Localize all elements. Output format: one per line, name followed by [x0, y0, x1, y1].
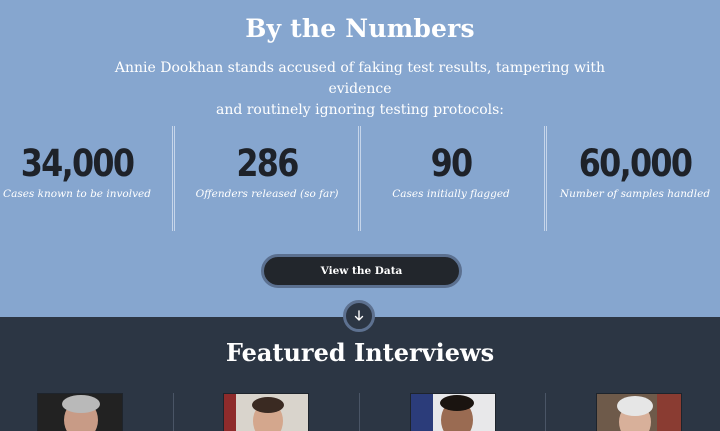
interview-portrait-4[interactable]: [596, 393, 682, 431]
stat-label: Cases initially flagged: [392, 188, 510, 200]
stat-label: Cases known to be involved: [3, 188, 151, 200]
featured-title: Featured Interviews: [225, 338, 495, 367]
interviewee-photo: [597, 394, 681, 431]
stat-value: 34,000: [20, 142, 135, 185]
interviewee-photo: [38, 394, 122, 431]
interviewee-photo: [224, 394, 308, 431]
scroll-down-button[interactable]: [343, 300, 375, 332]
section-title: By the Numbers: [245, 14, 475, 43]
interview-portrait-2[interactable]: [223, 393, 309, 431]
stat-cases-involved: 34,000 Cases known to be involved: [0, 126, 167, 231]
intro-line-2: and routinely ignoring testing protocols…: [215, 102, 505, 118]
stats-row: 34,000 Cases known to be involved 286 Of…: [0, 126, 720, 231]
stat-divider: [172, 126, 175, 231]
stat-label: Number of samples handled: [559, 188, 711, 200]
stat-value: 286: [236, 142, 299, 185]
by-the-numbers-section: By the Numbers Annie Dookhan stands accu…: [0, 0, 720, 317]
stat-samples-handled: 60,000 Number of samples handled: [545, 126, 720, 231]
interviewee-photo: [411, 394, 495, 431]
arrow-down-icon: [354, 310, 364, 321]
column-divider: [173, 393, 174, 431]
intro-line-1: Annie Dookhan stands accused of faking t…: [114, 60, 606, 97]
interview-portrait-1[interactable]: [37, 393, 123, 431]
view-the-data-button[interactable]: View the Data: [261, 254, 462, 288]
interview-portrait-3[interactable]: [410, 393, 496, 431]
intro-text: Annie Dookhan stands accused of faking t…: [100, 58, 620, 121]
stat-value: 60,000: [578, 142, 693, 185]
stat-offenders-released: 286 Offenders released (so far): [177, 126, 357, 231]
stat-value: 90: [430, 142, 474, 185]
stat-label: Offenders released (so far): [195, 188, 339, 200]
column-divider: [359, 393, 360, 431]
stat-cases-flagged: 90 Cases initially flagged: [361, 126, 541, 231]
column-divider: [545, 393, 546, 431]
